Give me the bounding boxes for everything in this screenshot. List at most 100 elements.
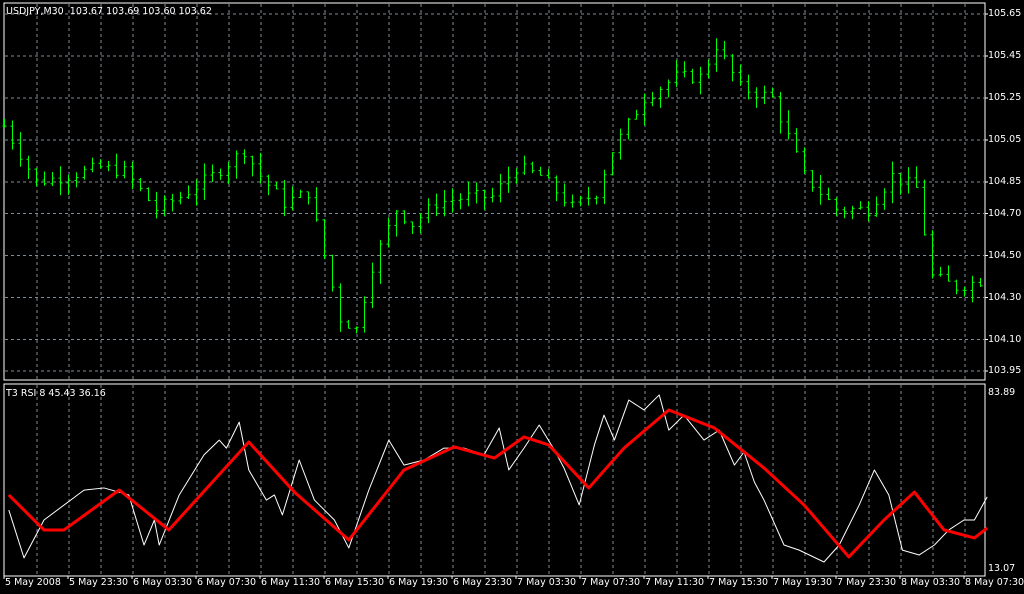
price-bar [170, 193, 175, 212]
symbol-info: USDJPY,M30 103.67 103.69 103.60 103.62 [6, 6, 212, 17]
price-bar [450, 188, 455, 213]
price-bar [522, 155, 527, 175]
price-bar [58, 166, 63, 196]
price-bar [290, 186, 295, 211]
price-bar [2, 118, 7, 128]
price-bar [490, 187, 495, 203]
price-bar [946, 265, 951, 282]
price-bar [122, 160, 127, 179]
price-bar [402, 210, 407, 225]
price-bar [306, 191, 311, 205]
price-bar [474, 182, 479, 204]
time-label: 7 May 03:30 [517, 577, 577, 588]
price-label: 105.65 [988, 8, 1022, 19]
price-bar [826, 187, 831, 201]
price-bar [194, 179, 199, 206]
price-bar [538, 166, 543, 176]
price-bar [714, 38, 719, 72]
price-bar [18, 132, 23, 167]
price-bar [426, 198, 431, 224]
price-bar [114, 153, 119, 179]
price-label: 105.25 [988, 92, 1022, 103]
price-bar [882, 188, 887, 210]
low-value: 103.60 [142, 6, 176, 17]
price-bar [554, 175, 559, 202]
price-bar [154, 191, 159, 219]
time-label: 7 May 07:30 [581, 577, 641, 588]
price-bar [378, 239, 383, 284]
price-label: 103.95 [988, 365, 1022, 376]
price-bar [570, 194, 575, 208]
time-label: 7 May 11:30 [645, 577, 705, 588]
price-bar [850, 205, 855, 220]
price-label: 105.05 [988, 134, 1022, 145]
price-bar [954, 279, 959, 295]
price-bar [842, 206, 847, 219]
time-label: 6 May 03:30 [133, 577, 193, 588]
time-label: 7 May 15:30 [709, 577, 769, 588]
rsi-min-label: 13.07 [988, 563, 1016, 574]
price-bar [410, 221, 415, 235]
high-value: 103.69 [106, 6, 140, 17]
t3-line [7, 408, 989, 559]
price-bar [786, 110, 791, 140]
price-bar [738, 64, 743, 86]
price-bar [962, 286, 967, 297]
price-bar [938, 266, 943, 277]
time-label: 5 May 2008 [5, 577, 61, 588]
price-bar [50, 171, 55, 186]
price-label: 104.10 [988, 333, 1022, 345]
price-bar [258, 152, 263, 184]
price-bar [482, 189, 487, 210]
price-bar [530, 161, 535, 174]
price-bar [746, 74, 751, 100]
price-bar [138, 177, 143, 192]
price-label: 104.85 [988, 176, 1022, 187]
time-label: 7 May 23:30 [837, 577, 897, 588]
price-bar [706, 59, 711, 79]
price-bar [922, 179, 927, 236]
price-bar [346, 319, 351, 329]
price-bar [98, 159, 103, 169]
price-bar [906, 167, 911, 194]
price-bar [546, 168, 551, 179]
time-label: 6 May 15:30 [325, 577, 385, 588]
price-bar [978, 277, 983, 287]
price-bar [858, 201, 863, 210]
time-label: 6 May 19:30 [389, 577, 449, 588]
indicator-value-2: 36.16 [78, 388, 106, 399]
indicator-value-1: 45.43 [48, 388, 76, 399]
price-bar [458, 193, 463, 210]
price-bar [602, 169, 607, 205]
rsi-max-label: 83.89 [988, 387, 1016, 398]
price-bar [506, 166, 511, 193]
time-label: 5 May 23:30 [69, 577, 129, 588]
time-label: 7 May 19:30 [773, 577, 833, 588]
time-label: 6 May 07:30 [197, 577, 257, 588]
price-bar [762, 85, 767, 105]
price-bar [626, 117, 631, 140]
price-bar [386, 217, 391, 248]
symbol-label: USDJPY,M30 [6, 6, 64, 17]
price-bar [242, 149, 247, 165]
price-bar [42, 171, 47, 186]
price-bar [866, 201, 871, 222]
price-bar [146, 187, 151, 202]
price-bar [354, 326, 359, 334]
price-bar [618, 128, 623, 160]
price-bar [282, 179, 287, 217]
price-bar [74, 172, 79, 188]
price-bar [658, 86, 663, 108]
price-bar [722, 40, 727, 60]
price-bar [930, 230, 935, 279]
price-bar [338, 283, 343, 332]
price-bar [34, 168, 39, 187]
indicator-info: T3 RSI 8 45.43 36.16 [6, 388, 106, 399]
price-bar [218, 168, 223, 180]
price-bar [594, 195, 599, 205]
time-label: 6 May 23:30 [453, 577, 513, 588]
price-bar [690, 68, 695, 84]
rsi-line [8, 394, 988, 563]
chart-canvas[interactable] [0, 0, 1024, 594]
price-bar [914, 166, 919, 188]
